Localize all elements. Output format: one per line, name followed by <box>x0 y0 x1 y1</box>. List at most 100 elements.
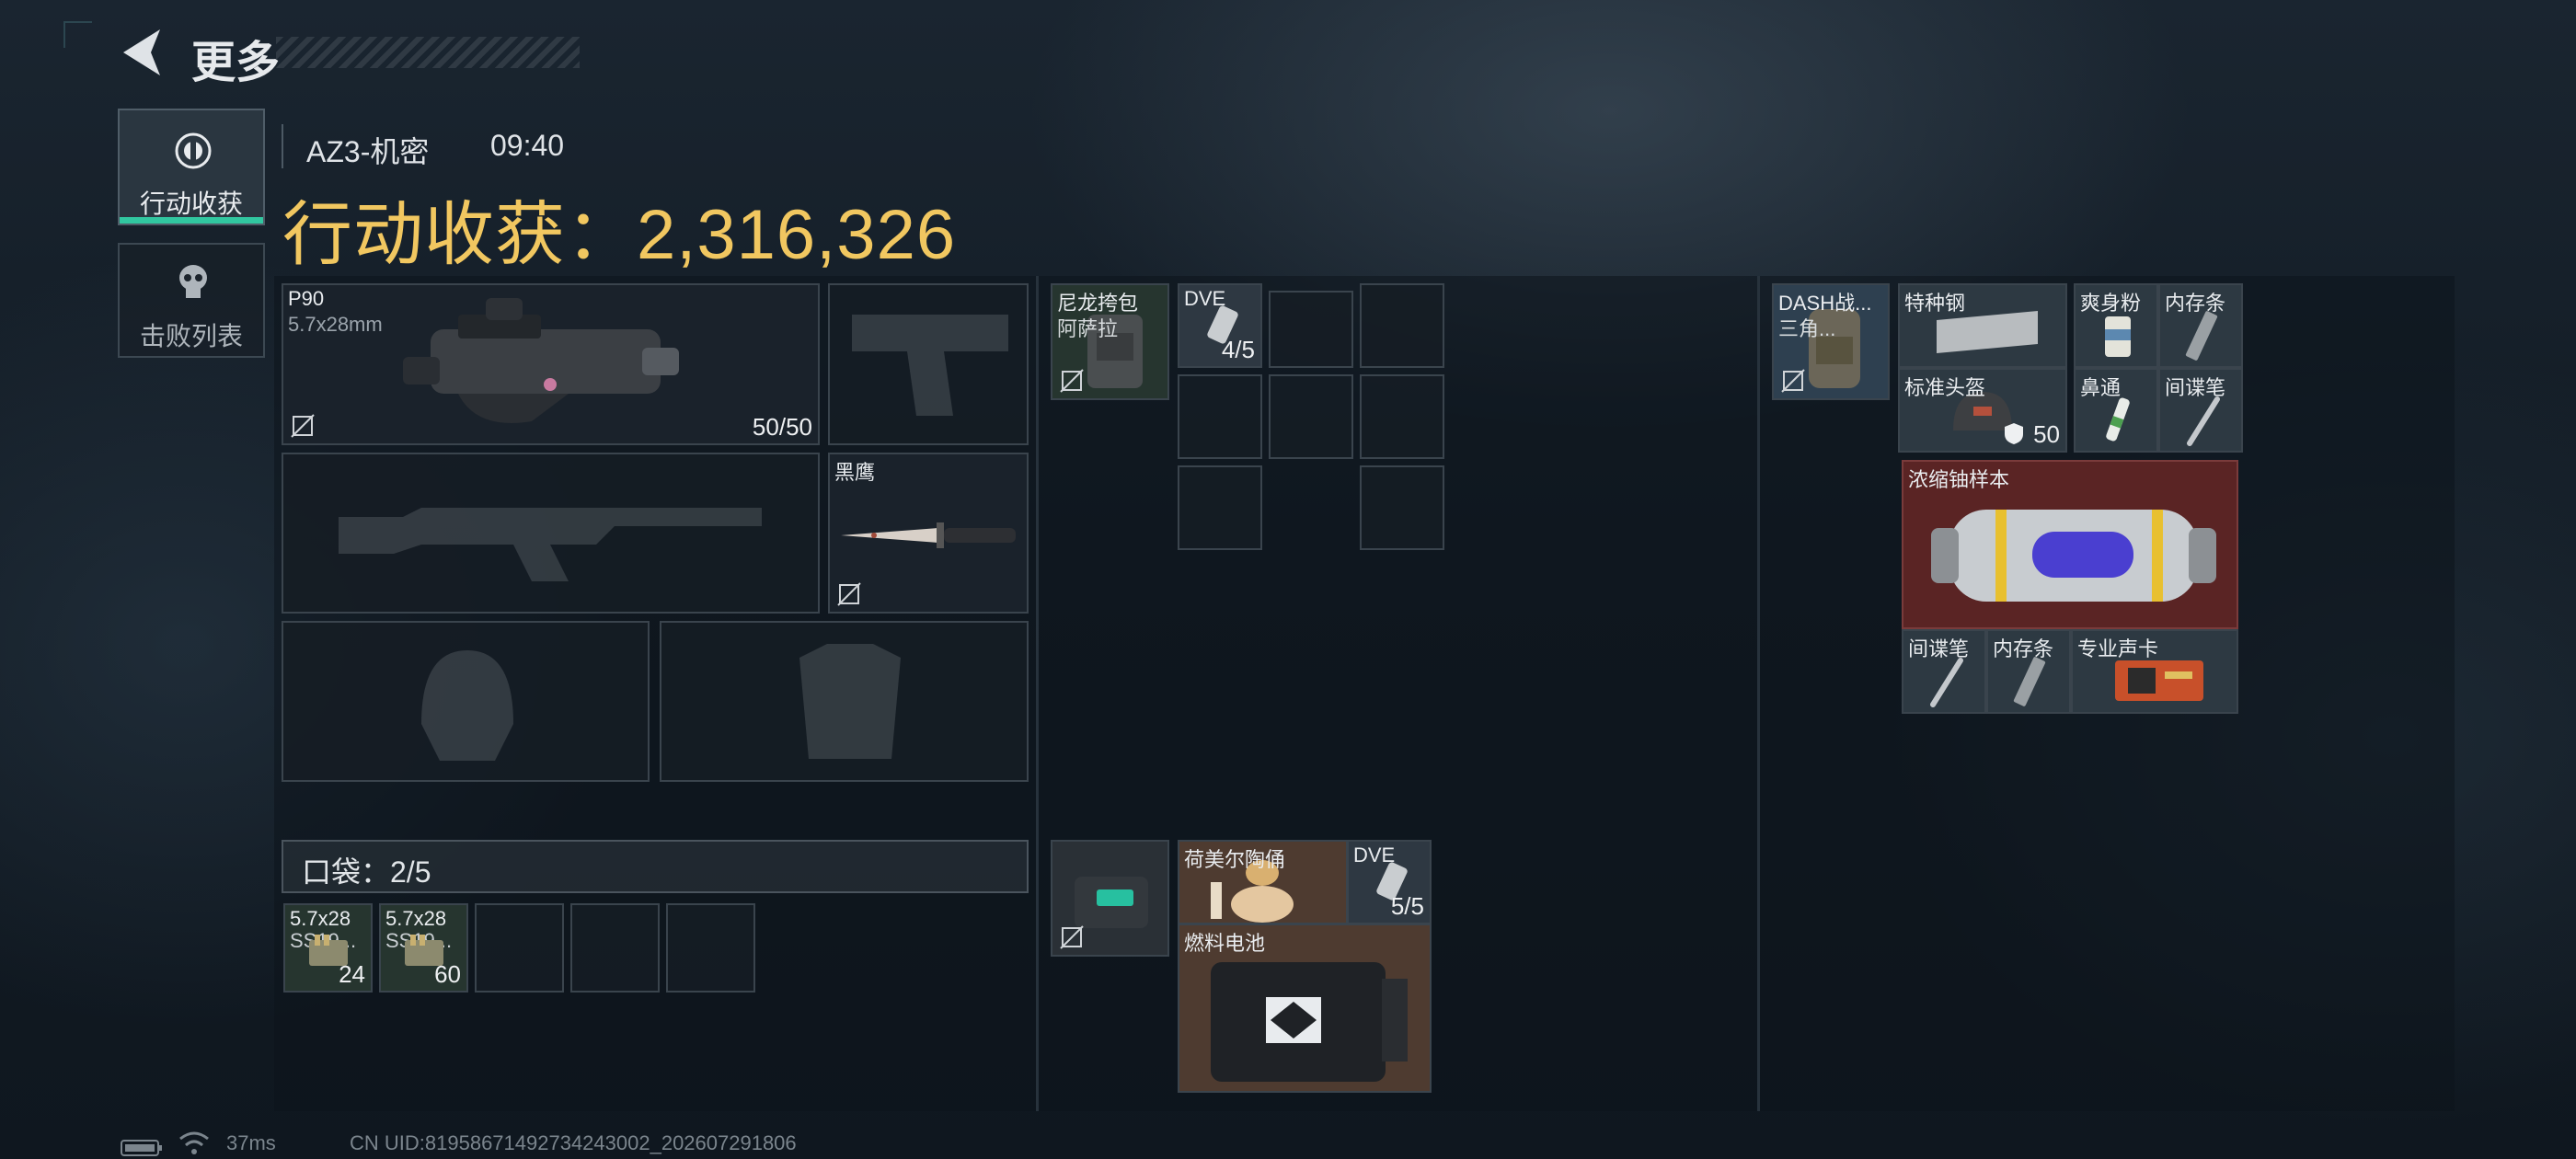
bag-item-slot[interactable]: 荷美尔陶俑 <box>1178 840 1348 924</box>
item-name: 特种钢 <box>1904 292 1966 315</box>
item-count: 4/5 <box>1221 336 1255 363</box>
backpack-item-slot[interactable]: 鼻通 <box>2074 368 2158 453</box>
item-name: 燃料电池 <box>1184 932 1266 955</box>
no-insurance-icon <box>837 582 861 606</box>
rifle-icon <box>339 508 762 581</box>
item-name: 专业声卡 <box>2077 637 2159 660</box>
item-name: 间谍笔 <box>2165 376 2226 399</box>
backpack-slot[interactable]: DASH战... 三角... <box>1772 283 1890 400</box>
pocket-slot-empty[interactable] <box>666 903 755 993</box>
backpack-item-slot[interactable]: 内存条 <box>1986 629 2071 714</box>
backpack-sub: 三角... <box>1778 317 1836 340</box>
pocket-slot-empty[interactable] <box>475 903 564 993</box>
title-stripe <box>276 37 580 68</box>
item-count: 50 <box>2033 420 2060 448</box>
p90-icon <box>403 298 679 423</box>
battery-icon <box>121 1140 162 1156</box>
rig-slot-empty[interactable] <box>1178 374 1262 459</box>
item-name: 5.7x28 <box>290 907 351 930</box>
weapon-name: P90 <box>288 287 325 310</box>
item-name: 内存条 <box>1993 637 2054 660</box>
pocket-slot[interactable]: 5.7x28 SS19... 24 <box>283 903 373 993</box>
pocket-slot-empty[interactable] <box>570 903 660 993</box>
backpack-item-slot[interactable]: 特种钢 <box>1898 283 2067 368</box>
backpack-item-slot[interactable]: 间谍笔 <box>2158 368 2243 453</box>
backpack-item-slot[interactable]: 专业声卡 <box>2071 629 2238 714</box>
armor-slot[interactable] <box>660 621 1029 782</box>
skull-icon <box>179 265 207 298</box>
weapon-ammo-type: 5.7x28mm <box>288 313 383 336</box>
item-count: 60 <box>434 960 461 988</box>
backpack-item-slot-large[interactable]: 浓缩铀样本 <box>1902 460 2238 629</box>
spy-pen-icon <box>2187 396 2220 446</box>
melee-name: 黑鹰 <box>834 461 876 484</box>
item-name: 浓缩铀样本 <box>1908 468 2010 491</box>
item-name: 爽身粉 <box>2080 292 2142 315</box>
item-name: 间谍笔 <box>1908 637 1970 660</box>
secondary-weapon-slot[interactable] <box>282 453 820 614</box>
tab-active-indicator <box>120 217 263 224</box>
back-button[interactable] <box>118 26 164 79</box>
melee-slot[interactable]: 黑鹰 <box>828 453 1029 614</box>
backpack-item-slot[interactable]: 间谍笔 <box>1902 629 1986 714</box>
rig-slot-empty[interactable] <box>1178 465 1262 550</box>
item-name: 标准头盔 <box>1904 376 1986 399</box>
chest-rig-slot[interactable]: 尼龙挎包 阿萨拉 <box>1051 283 1169 400</box>
corner-mark-icon <box>63 21 92 48</box>
tab-label: 击败列表 <box>139 322 243 350</box>
backpack-item-slot[interactable]: 爽身粉 <box>2074 283 2158 368</box>
item-count: 24 <box>339 960 365 988</box>
ping-text: 37ms <box>226 1131 276 1154</box>
chest-rig-sub: 阿萨拉 <box>1057 317 1119 340</box>
rig-slot-empty[interactable] <box>1360 283 1444 368</box>
no-insurance-icon <box>1060 369 1084 393</box>
uid-text: CN UID:8195867149273424300​2_20260729180… <box>350 1131 797 1154</box>
item-name: 内存条 <box>2165 292 2226 315</box>
no-insurance-icon <box>1060 925 1084 949</box>
safe-box-slot[interactable] <box>1051 840 1169 957</box>
tab-operation-harvest[interactable]: 行动收获 <box>118 109 265 225</box>
back-arrow-icon <box>123 29 160 75</box>
item-count: 5/5 <box>1390 892 1424 920</box>
knife-icon <box>841 522 1016 548</box>
rig-slot-empty[interactable] <box>1360 465 1444 550</box>
info-separator <box>282 124 283 168</box>
armor-shield-icon <box>2005 423 2023 444</box>
primary-weapon-slot[interactable]: P90 5.7x28mm 50/50 <box>282 283 820 445</box>
no-insurance-icon <box>1781 369 1805 393</box>
item-name: 5.7x28 <box>385 907 447 930</box>
backpack-item-slot[interactable]: 标准头盔 50 <box>1898 368 2067 453</box>
item-name: 鼻通 <box>2080 376 2122 399</box>
pocket-slot[interactable]: 5.7x28 SS19... 60 <box>379 903 468 993</box>
rig-slot-empty[interactable] <box>1269 374 1353 459</box>
rig-slot-empty[interactable] <box>1269 291 1353 368</box>
uranium-sample-icon <box>1931 510 2216 602</box>
harvest-value: 行动收获：2,316,326 <box>282 196 957 274</box>
tab-defeat-list[interactable]: 击败列表 <box>118 243 265 358</box>
pistol-icon <box>852 315 1008 416</box>
no-insurance-icon <box>291 414 315 438</box>
panel-divider <box>1036 276 1039 1111</box>
helmet-icon <box>421 650 513 761</box>
rig-item-slot[interactable]: DVE 4/5 <box>1178 283 1262 368</box>
powder-can-icon <box>2105 316 2131 357</box>
operation-icon <box>175 132 212 169</box>
fuel-cell-icon <box>1211 962 1408 1082</box>
backpack-item-slot[interactable]: 内存条 <box>2158 283 2243 368</box>
weapon-ammo-count: 50/50 <box>752 413 812 441</box>
wifi-icon <box>179 1131 209 1154</box>
rig-slot-empty[interactable] <box>1360 374 1444 459</box>
spy-pen-icon <box>1930 658 1963 707</box>
map-name: AZ3-机密 <box>306 135 430 168</box>
armor-icon <box>799 644 901 759</box>
match-time: 09:40 <box>490 129 565 162</box>
page-title: 更多 <box>191 39 281 87</box>
item-name: 荷美尔陶俑 <box>1184 848 1286 871</box>
helmet-slot[interactable] <box>282 621 650 782</box>
bag-item-slot[interactable]: DVE 5/5 <box>1347 840 1432 924</box>
bag-item-slot-large[interactable]: 燃料电池 <box>1178 924 1432 1093</box>
pistol-slot[interactable] <box>828 283 1029 445</box>
panel-divider <box>1757 276 1760 1111</box>
tab-label: 行动收获 <box>139 189 243 218</box>
pocket-label: 口袋：2/5 <box>302 855 431 889</box>
